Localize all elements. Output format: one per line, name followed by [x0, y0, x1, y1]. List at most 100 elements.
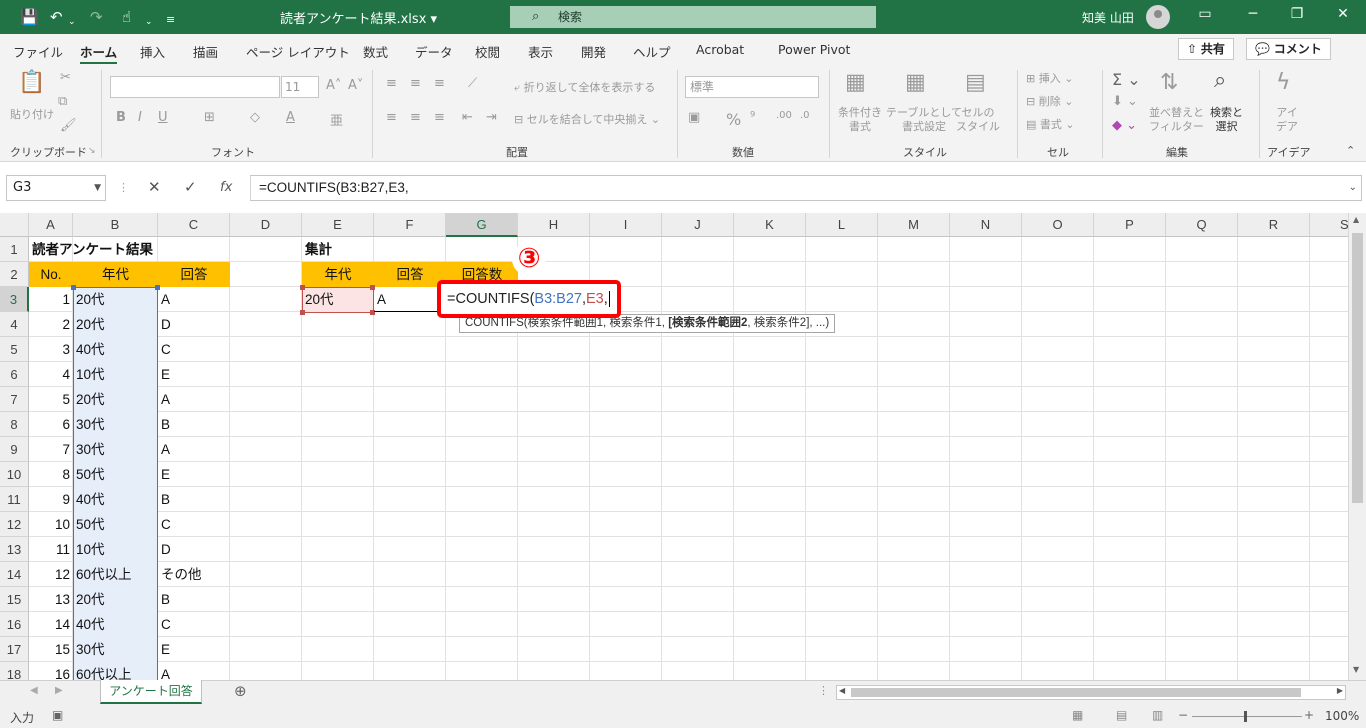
row-header[interactable]: 7: [0, 387, 29, 412]
format-painter-icon[interactable]: 🖌: [60, 118, 77, 133]
align-bottom-icon[interactable]: ≡: [434, 76, 445, 91]
fill-color-icon[interactable]: ◇: [250, 110, 260, 125]
user-name[interactable]: 知美 山田: [1082, 9, 1134, 26]
scroll-left-icon[interactable]: ◀: [839, 686, 845, 695]
cell-answer[interactable]: E: [158, 362, 173, 387]
undo-icon[interactable]: ↶: [50, 7, 63, 27]
cell-answer[interactable]: C: [158, 337, 174, 362]
tab-file[interactable]: ファイル: [13, 42, 63, 61]
cell-age[interactable]: 10代: [73, 362, 108, 387]
copy-icon[interactable]: ⧉: [58, 94, 67, 109]
cell-no[interactable]: 1: [29, 287, 73, 312]
cell-age[interactable]: 50代: [73, 462, 108, 487]
column-header[interactable]: K: [734, 213, 806, 237]
cell-answer[interactable]: その他: [158, 562, 205, 587]
page-layout-view-icon[interactable]: ▤: [1116, 708, 1127, 722]
column-header[interactable]: D: [230, 213, 302, 237]
vertical-scrollbar[interactable]: ▲ ▼: [1348, 213, 1366, 680]
column-header[interactable]: O: [1022, 213, 1094, 237]
merge-center-button[interactable]: ⊟ セルを結合して中央揃え ⌄: [514, 113, 660, 127]
header-cell[interactable]: 年代: [73, 262, 158, 287]
paste-label[interactable]: 貼り付け: [10, 108, 54, 122]
cell-answer[interactable]: A: [158, 287, 173, 312]
summary-header-cell[interactable]: 回答: [374, 262, 446, 287]
cell-no[interactable]: 14: [29, 612, 73, 637]
formula-input[interactable]: =COUNTIFS(B3:B27,E3, ⌄: [250, 175, 1362, 201]
horizontal-scrollbar[interactable]: ◀ ▶: [836, 685, 1346, 700]
cell-no[interactable]: 11: [29, 537, 73, 562]
touch-dropdown-icon[interactable]: ⌄: [145, 12, 153, 32]
select-all-corner[interactable]: [0, 213, 29, 237]
phonetic-icon[interactable]: 亜: [330, 110, 343, 129]
sheet-prev-icon[interactable]: ◀: [30, 685, 38, 696]
row-header[interactable]: 15: [0, 587, 29, 612]
cut-icon[interactable]: ✂: [60, 70, 71, 85]
comma-icon[interactable]: ⁹: [750, 110, 755, 125]
column-header[interactable]: Q: [1166, 213, 1238, 237]
cell-age[interactable]: 20代: [73, 587, 108, 612]
sort-filter-label[interactable]: 並べ替えと フィルター: [1149, 106, 1204, 134]
format-cells-button[interactable]: ▤ 書式 ⌄: [1026, 118, 1075, 132]
cell-no[interactable]: 5: [29, 387, 73, 412]
expand-formula-icon[interactable]: ⌄: [1349, 176, 1357, 200]
column-header[interactable]: B: [73, 213, 158, 237]
cell-answer[interactable]: E: [158, 637, 173, 662]
tab-formulas[interactable]: 数式: [363, 42, 388, 61]
clear-icon[interactable]: ◆ ⌄: [1112, 118, 1137, 133]
column-header[interactable]: F: [374, 213, 446, 237]
cell-age[interactable]: 40代: [73, 337, 108, 362]
tab-view[interactable]: 表示: [528, 42, 553, 61]
borders-icon[interactable]: ⊞: [204, 110, 215, 125]
scroll-down-icon[interactable]: ▼: [1353, 665, 1359, 674]
cell-answer[interactable]: A: [158, 437, 173, 462]
conditional-format-label[interactable]: 条件付き 書式: [838, 106, 882, 134]
font-color-icon[interactable]: A: [286, 110, 295, 125]
tab-review[interactable]: 校閲: [475, 42, 500, 61]
cell-age[interactable]: 10代: [73, 537, 108, 562]
collapse-ribbon-icon[interactable]: ⌃: [1346, 144, 1355, 157]
cell-answer[interactable]: E: [158, 462, 173, 487]
tab-data[interactable]: データ: [415, 42, 453, 61]
cancel-icon[interactable]: ✕: [148, 178, 161, 196]
cell-age[interactable]: 20代: [73, 312, 108, 337]
enter-icon[interactable]: ✓: [184, 178, 197, 196]
active-cell-editor[interactable]: =COUNTIFS(B3:B27,E3,: [437, 280, 621, 318]
column-header[interactable]: M: [878, 213, 950, 237]
delete-cells-button[interactable]: ⊟ 削除 ⌄: [1026, 95, 1073, 109]
clipboard-launcher-icon[interactable]: ↘: [88, 146, 96, 156]
column-header[interactable]: C: [158, 213, 230, 237]
conditional-format-icon[interactable]: ▦: [845, 70, 866, 95]
tab-developer[interactable]: 開発: [581, 42, 606, 61]
zoom-slider[interactable]: [1192, 716, 1302, 717]
normal-view-icon[interactable]: ▦: [1072, 708, 1083, 722]
format-as-table-label[interactable]: テーブルとして 書式設定: [886, 106, 962, 134]
find-select-label[interactable]: 検索と 選択: [1210, 106, 1243, 134]
column-header[interactable]: I: [590, 213, 662, 237]
align-middle-icon[interactable]: ≡: [410, 76, 421, 91]
scroll-right-icon[interactable]: ▶: [1337, 686, 1343, 695]
column-header-selected[interactable]: G: [446, 213, 518, 237]
cell-answer[interactable]: D: [158, 312, 174, 337]
cell-no[interactable]: 12: [29, 562, 73, 587]
tab-insert[interactable]: 挿入: [140, 42, 165, 61]
column-header[interactable]: A: [29, 213, 73, 237]
italic-icon[interactable]: I: [138, 110, 142, 125]
font-size-dropdown[interactable]: 11: [281, 76, 319, 98]
format-as-table-icon[interactable]: ▦: [905, 70, 926, 95]
cell-answer[interactable]: B: [158, 487, 173, 512]
cell-no[interactable]: 8: [29, 462, 73, 487]
row-header[interactable]: 9: [0, 437, 29, 462]
cell-age[interactable]: 30代: [73, 412, 108, 437]
tab-acrobat[interactable]: Acrobat: [696, 42, 744, 57]
align-top-icon[interactable]: ≡: [386, 76, 397, 91]
font-name-dropdown[interactable]: [110, 76, 280, 98]
column-header[interactable]: P: [1094, 213, 1166, 237]
column-header[interactable]: H: [518, 213, 590, 237]
cell-no[interactable]: 13: [29, 587, 73, 612]
paste-icon[interactable]: 📋: [18, 70, 45, 95]
cell-answer[interactable]: C: [158, 612, 174, 637]
cell-answer[interactable]: D: [158, 537, 174, 562]
cell-answer[interactable]: A: [158, 662, 173, 680]
cell-no[interactable]: 6: [29, 412, 73, 437]
sheet-title[interactable]: 読者アンケート結果: [29, 237, 156, 262]
